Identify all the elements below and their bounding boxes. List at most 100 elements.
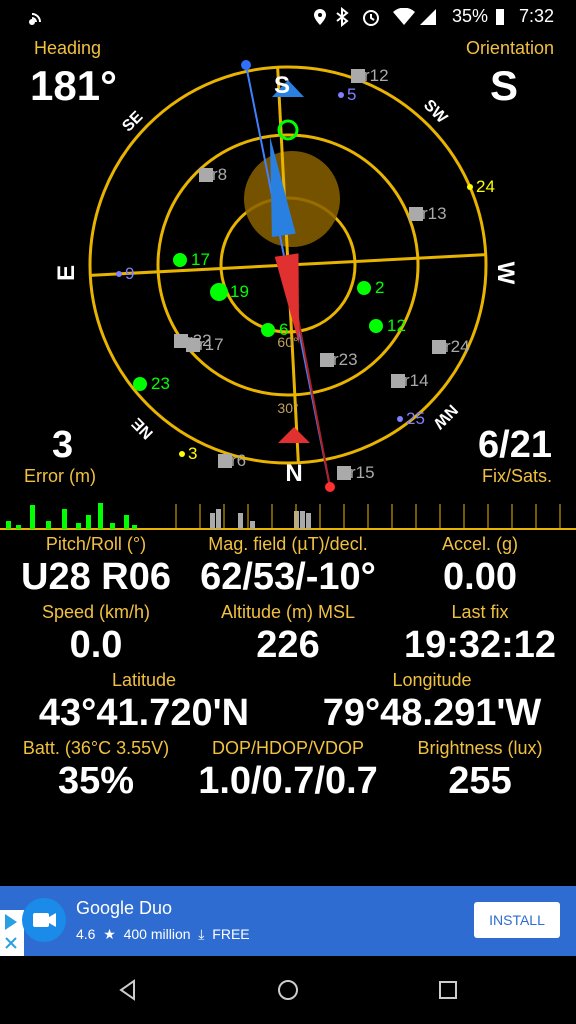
satellite-label: r24 bbox=[445, 337, 470, 356]
satellite-label: 19 bbox=[230, 282, 249, 301]
mag-field-label: Mag. field (µT)/decl. bbox=[208, 534, 368, 554]
clock: 7:32 bbox=[518, 6, 554, 26]
ad-meta: 4.6 ★ 400 million ⤓ FREE bbox=[76, 926, 250, 943]
signal-bar bbox=[124, 515, 129, 529]
ad-downloads: 400 million bbox=[123, 926, 191, 942]
location-icon bbox=[314, 9, 326, 25]
signal-bar bbox=[300, 511, 305, 529]
satellite-label: r8 bbox=[212, 165, 227, 184]
ad-choices[interactable] bbox=[0, 910, 24, 956]
ad-rating: 4.6 bbox=[76, 926, 96, 942]
nav-bar bbox=[0, 956, 576, 1024]
star-icon: ★ bbox=[99, 926, 120, 942]
satellite-r15: r15 bbox=[337, 463, 375, 482]
latitude-value: 43°41.720'N bbox=[38, 692, 250, 734]
pitch-roll-value: U28 R06 bbox=[21, 556, 171, 598]
battery-value: 35% bbox=[57, 760, 135, 802]
satellite-label: r17 bbox=[199, 335, 224, 354]
signal-bar bbox=[86, 515, 91, 529]
signal-bar bbox=[76, 523, 81, 529]
speed-value: 0.0 bbox=[69, 624, 123, 666]
satellite-label: 2 bbox=[375, 278, 384, 297]
satellite-label: 25 bbox=[406, 409, 425, 428]
satellite-label: r13 bbox=[422, 204, 447, 223]
dir-top-label: S bbox=[274, 72, 290, 99]
longitude-value: 79°48.291'W bbox=[322, 692, 542, 734]
signal-bar bbox=[62, 509, 67, 529]
home-icon[interactable] bbox=[276, 978, 300, 1002]
readings-panel: Pitch/Roll (°) Mag. field (µT)/decl. Acc… bbox=[0, 534, 576, 804]
install-button[interactable]: INSTALL bbox=[474, 902, 560, 938]
satellite-label: 5 bbox=[347, 85, 356, 104]
satellite-23: 23 bbox=[133, 374, 170, 393]
signal-bar bbox=[306, 513, 311, 529]
satellite-label: 9 bbox=[125, 264, 134, 283]
fix-value: 6/21 bbox=[478, 424, 552, 466]
satellite-label: r14 bbox=[404, 371, 429, 390]
ring-30-label: 30° bbox=[277, 400, 298, 416]
signal-bar bbox=[132, 525, 137, 529]
mag-field-value: 62/53/-10° bbox=[200, 556, 376, 598]
signal-bar bbox=[46, 521, 51, 529]
signal-bar bbox=[110, 523, 115, 529]
signal-bar bbox=[30, 505, 35, 529]
ad-title: Google Duo bbox=[76, 898, 173, 918]
satellite-12: 12 bbox=[369, 316, 406, 335]
satellite-label: r12 bbox=[364, 66, 389, 85]
satellite-r24: r24 bbox=[432, 337, 470, 356]
battery-percent: 35% bbox=[451, 6, 488, 26]
satellite-3: 3 bbox=[179, 444, 197, 463]
signal-icon bbox=[420, 9, 436, 25]
dir-ne-label: NE bbox=[129, 414, 157, 442]
bluetooth-icon bbox=[336, 7, 349, 27]
north-marker bbox=[278, 427, 310, 443]
satellite-2: 2 bbox=[357, 278, 384, 297]
signal-bar bbox=[210, 513, 215, 529]
satellite-9: 9 bbox=[116, 264, 134, 283]
error-label: Error (m) bbox=[24, 466, 96, 486]
satellite-25: 25 bbox=[397, 409, 425, 428]
signal-bar bbox=[238, 513, 243, 529]
satellite-r23: r23 bbox=[320, 350, 358, 369]
dir-bottom-label: N bbox=[285, 460, 302, 487]
back-icon[interactable] bbox=[116, 978, 140, 1002]
recents-icon[interactable] bbox=[436, 978, 460, 1002]
last-fix-value: 19:32:12 bbox=[403, 624, 557, 666]
signal-bar bbox=[16, 525, 21, 529]
battery-label: Batt. (36°C 3.55V) bbox=[22, 738, 170, 758]
fix-label: Fix/Sats. bbox=[481, 466, 552, 486]
satellite-17: 17 bbox=[173, 250, 210, 269]
dir-left-label: E bbox=[53, 265, 80, 281]
longitude-label: Longitude bbox=[392, 670, 472, 690]
ad-banner[interactable]: Google Duo 4.6 ★ 400 million ⤓ FREE INST… bbox=[0, 886, 576, 956]
satellite-r13: r13 bbox=[409, 204, 447, 223]
satellite-label: 12 bbox=[387, 316, 406, 335]
satellite-5: 5 bbox=[338, 85, 356, 104]
ring-60-label: 60° bbox=[277, 334, 298, 350]
satellite-r12: r12 bbox=[351, 66, 389, 85]
altitude-value: 226 bbox=[256, 624, 320, 666]
satellite-label: 17 bbox=[191, 250, 210, 269]
satellite-label: 24 bbox=[476, 177, 495, 196]
satellite-label: r15 bbox=[350, 463, 375, 482]
satellite-19: 19 bbox=[210, 282, 249, 301]
ad-choices-icon bbox=[5, 914, 17, 949]
signal-strength-bars bbox=[0, 503, 576, 530]
accel-label: Accel. (g) bbox=[441, 534, 519, 554]
dir-right-label: W bbox=[492, 262, 519, 285]
satellite-r14: r14 bbox=[391, 371, 429, 390]
dir-nw-label: NW bbox=[429, 401, 461, 433]
signal-bar bbox=[216, 509, 221, 529]
signal-bar bbox=[6, 521, 11, 529]
satellite-label: r23 bbox=[333, 350, 358, 369]
alarm-icon bbox=[363, 10, 379, 26]
pitch-roll-label: Pitch/Roll (°) bbox=[45, 534, 147, 554]
brightness-value: 255 bbox=[448, 760, 512, 802]
last-fix-label: Last fix bbox=[451, 602, 509, 622]
ad-price: FREE bbox=[212, 926, 250, 942]
status-bar: 35% 7:32 bbox=[0, 0, 576, 34]
error-value: 3 bbox=[52, 424, 74, 466]
altitude-label: Altitude (m) MSL bbox=[220, 602, 356, 622]
wifi-icon bbox=[393, 8, 415, 25]
speed-label: Speed (km/h) bbox=[41, 602, 151, 622]
